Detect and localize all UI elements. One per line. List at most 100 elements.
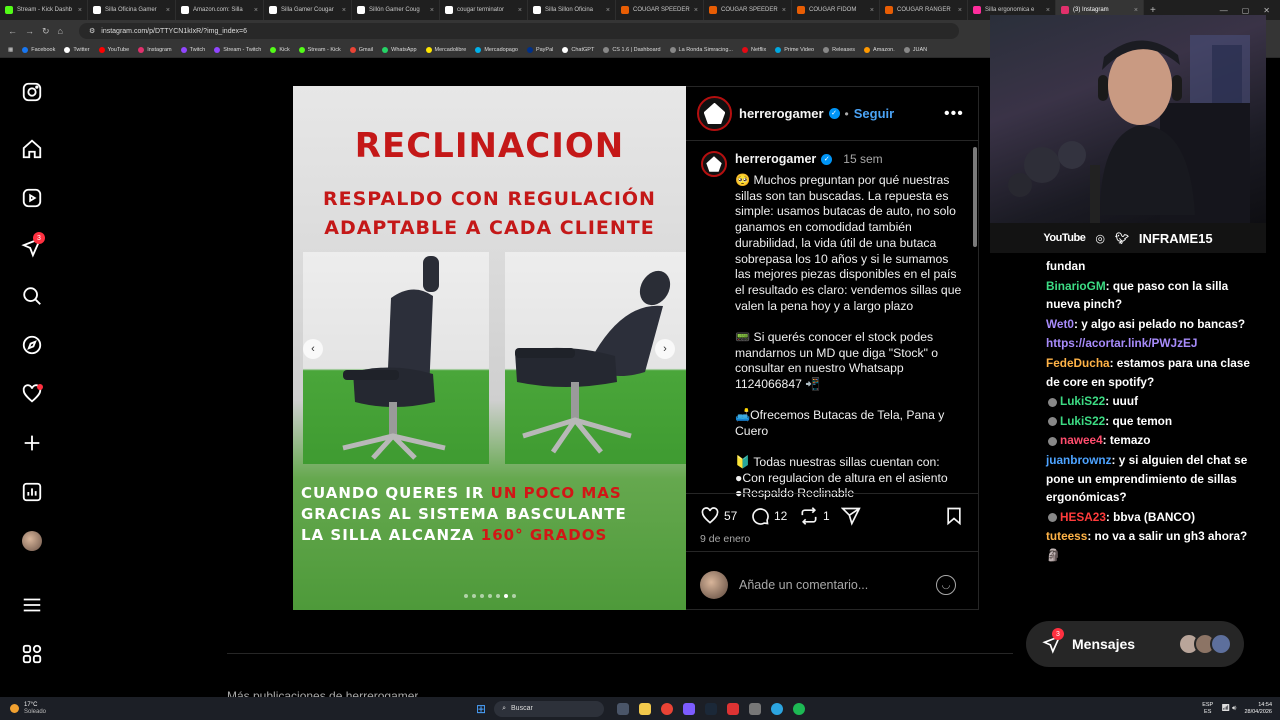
close-tab-icon[interactable]: × — [782, 7, 786, 14]
telegram-icon[interactable] — [771, 702, 784, 715]
bookmark-item[interactable]: JUAN — [903, 46, 927, 53]
apps-icon[interactable]: ▦ — [8, 47, 13, 53]
chat-username[interactable]: juanbrownz — [1046, 453, 1112, 467]
language-indicator[interactable]: ESP ES — [1202, 702, 1213, 716]
more-posts-heading[interactable]: Más publicaciones de herrerogamer — [227, 689, 418, 697]
browser-tab[interactable]: Amazon.com: Silla × — [176, 0, 264, 20]
weather-widget[interactable]: 17°C Soleado — [24, 702, 46, 716]
caption-username[interactable]: herrerogamer — [735, 152, 816, 166]
repost-action[interactable]: 1 — [799, 506, 830, 526]
home-icon[interactable]: ⌂ — [58, 26, 63, 36]
bookmark-item[interactable]: Stream - Kick — [298, 46, 341, 53]
emoji-icon[interactable]: ◡ — [936, 575, 956, 595]
chat-username[interactable]: nawee4 — [1060, 433, 1103, 447]
direct-messages-icon[interactable]: 3 — [21, 232, 45, 258]
bookmark-item[interactable]: Netflix — [741, 46, 766, 53]
caption-author-avatar[interactable] — [701, 151, 727, 177]
task-view-icon[interactable] — [617, 702, 630, 715]
chat-username[interactable]: FedeDucha — [1046, 356, 1110, 370]
bookmark-item[interactable]: Gmail — [349, 46, 373, 53]
follow-button[interactable]: Seguir — [854, 106, 894, 121]
close-window-icon[interactable]: ✕ — [1263, 6, 1270, 15]
file-explorer-icon[interactable] — [639, 702, 652, 715]
bookmark-item[interactable]: La Ronda Simracing... — [669, 46, 733, 53]
browser-tab[interactable]: COUGAR FIDOM × — [792, 0, 880, 20]
obs-icon[interactable] — [727, 702, 740, 715]
close-tab-icon[interactable]: × — [870, 7, 874, 14]
comment-input[interactable]: Añade un comentario... — [739, 578, 868, 592]
bookmark-item[interactable]: Twitch — [180, 46, 205, 53]
share-action[interactable] — [841, 506, 861, 526]
chat-username[interactable]: LukiS22 — [1060, 414, 1105, 428]
chat-username[interactable]: BinarioGM — [1046, 279, 1106, 293]
instagram-logo-icon[interactable] — [21, 81, 43, 103]
bookmark-item[interactable]: Instagram — [138, 46, 172, 53]
browser-tab[interactable]: Silla Oficina Gamer × — [88, 0, 176, 20]
carousel-next-button[interactable]: › — [655, 339, 675, 359]
explore-icon[interactable] — [21, 334, 43, 356]
bookmark-item[interactable]: PayPal — [526, 46, 553, 53]
search-icon[interactable] — [21, 285, 43, 307]
close-tab-icon[interactable]: × — [430, 7, 434, 14]
bookmark-item[interactable]: Prime Video — [775, 46, 814, 53]
clock[interactable]: 14:54 28/04/2026 — [1244, 702, 1272, 716]
close-tab-icon[interactable]: × — [518, 7, 522, 14]
browser-tab[interactable]: Silla Gamer Cougar × — [264, 0, 352, 20]
bookmark-item[interactable]: Mercadolibre — [425, 46, 466, 53]
bookmark-item[interactable]: Facebook — [22, 46, 55, 53]
app-icon[interactable] — [749, 702, 762, 715]
bookmark-item[interactable]: CS 1.6 | Dashboard — [603, 46, 661, 53]
browser-tab[interactable]: COUGAR RANGER × — [880, 0, 968, 20]
windows-start-icon[interactable]: ⊞ — [476, 702, 486, 716]
browser-tab[interactable]: Stream - Kick Dashb × — [0, 0, 88, 20]
chat-username[interactable]: LukiS22 — [1060, 394, 1105, 408]
steam-icon[interactable] — [705, 702, 718, 715]
chat-username[interactable]: HESA23 — [1060, 510, 1106, 524]
reload-icon[interactable]: ↻ — [42, 26, 50, 37]
profile-avatar[interactable] — [21, 530, 43, 552]
browser-tab[interactable]: COUGAR SPEEDER × — [616, 0, 704, 20]
bookmark-item[interactable]: Stream - Twitch — [214, 46, 261, 53]
url-input[interactable]: ⚙ instagram.com/p/DTTYCN1kIxR/?img_index… — [78, 23, 959, 39]
bookmark-item[interactable]: YouTube — [98, 46, 129, 53]
create-icon[interactable] — [21, 432, 43, 454]
post-carousel-image[interactable]: RECLINACION RESPALDO CON REGULACIÓN ADAP… — [293, 86, 686, 610]
close-tab-icon[interactable]: × — [254, 7, 258, 14]
dashboard-icon[interactable] — [21, 481, 43, 503]
bookmark-item[interactable]: WhatsApp — [382, 46, 417, 53]
network-volume-icon[interactable]: 📶︎ 🔊︎ — [1221, 704, 1236, 713]
bookmark-item[interactable]: ChatGPT — [562, 46, 594, 53]
carousel-prev-button[interactable]: ‹ — [303, 339, 323, 359]
bookmark-item[interactable]: Twitter — [64, 46, 90, 53]
bookmark-item[interactable]: Kick — [270, 46, 290, 53]
like-action[interactable]: 57 — [700, 506, 737, 526]
author-avatar[interactable] — [697, 96, 732, 131]
browser-tab[interactable]: cougar terminator × — [440, 0, 528, 20]
close-tab-icon[interactable]: × — [958, 7, 962, 14]
bookmark-item[interactable]: Amazon. — [864, 46, 895, 53]
home-icon[interactable] — [21, 138, 43, 160]
caption-scrollbar[interactable] — [973, 143, 978, 493]
browser-tab[interactable]: COUGAR SPEEDER × — [704, 0, 792, 20]
site-info-icon[interactable]: ⚙ — [89, 27, 95, 35]
comment-action[interactable]: 12 — [750, 506, 787, 526]
author-username[interactable]: herrerogamer — [739, 106, 824, 121]
new-tab-button[interactable]: + — [1144, 5, 1162, 16]
chrome-icon[interactable] — [661, 702, 674, 715]
messages-button[interactable]: 3 Mensajes — [1026, 621, 1244, 667]
close-tab-icon[interactable]: × — [78, 7, 82, 14]
close-tab-icon[interactable]: × — [694, 7, 698, 14]
bookmark-item[interactable]: Mercadopago — [475, 46, 518, 53]
chat-link[interactable]: https://acortar.link/PWJzEJ — [1046, 336, 1197, 350]
chat-username[interactable]: tuteess — [1046, 529, 1087, 543]
bookmark-item[interactable]: Releases — [823, 46, 855, 53]
spotify-icon[interactable] — [793, 702, 806, 715]
taskbar-search[interactable]: ⌕ Buscar — [494, 700, 605, 717]
close-tab-icon[interactable]: × — [166, 7, 170, 14]
save-action[interactable] — [944, 506, 964, 526]
close-tab-icon[interactable]: × — [342, 7, 346, 14]
also-from-meta-icon[interactable] — [21, 643, 43, 665]
chat-username[interactable]: Wet0 — [1046, 317, 1074, 331]
reels-icon[interactable] — [21, 187, 43, 209]
browser-tab[interactable]: Sillón Gamer Coug × — [352, 0, 440, 20]
